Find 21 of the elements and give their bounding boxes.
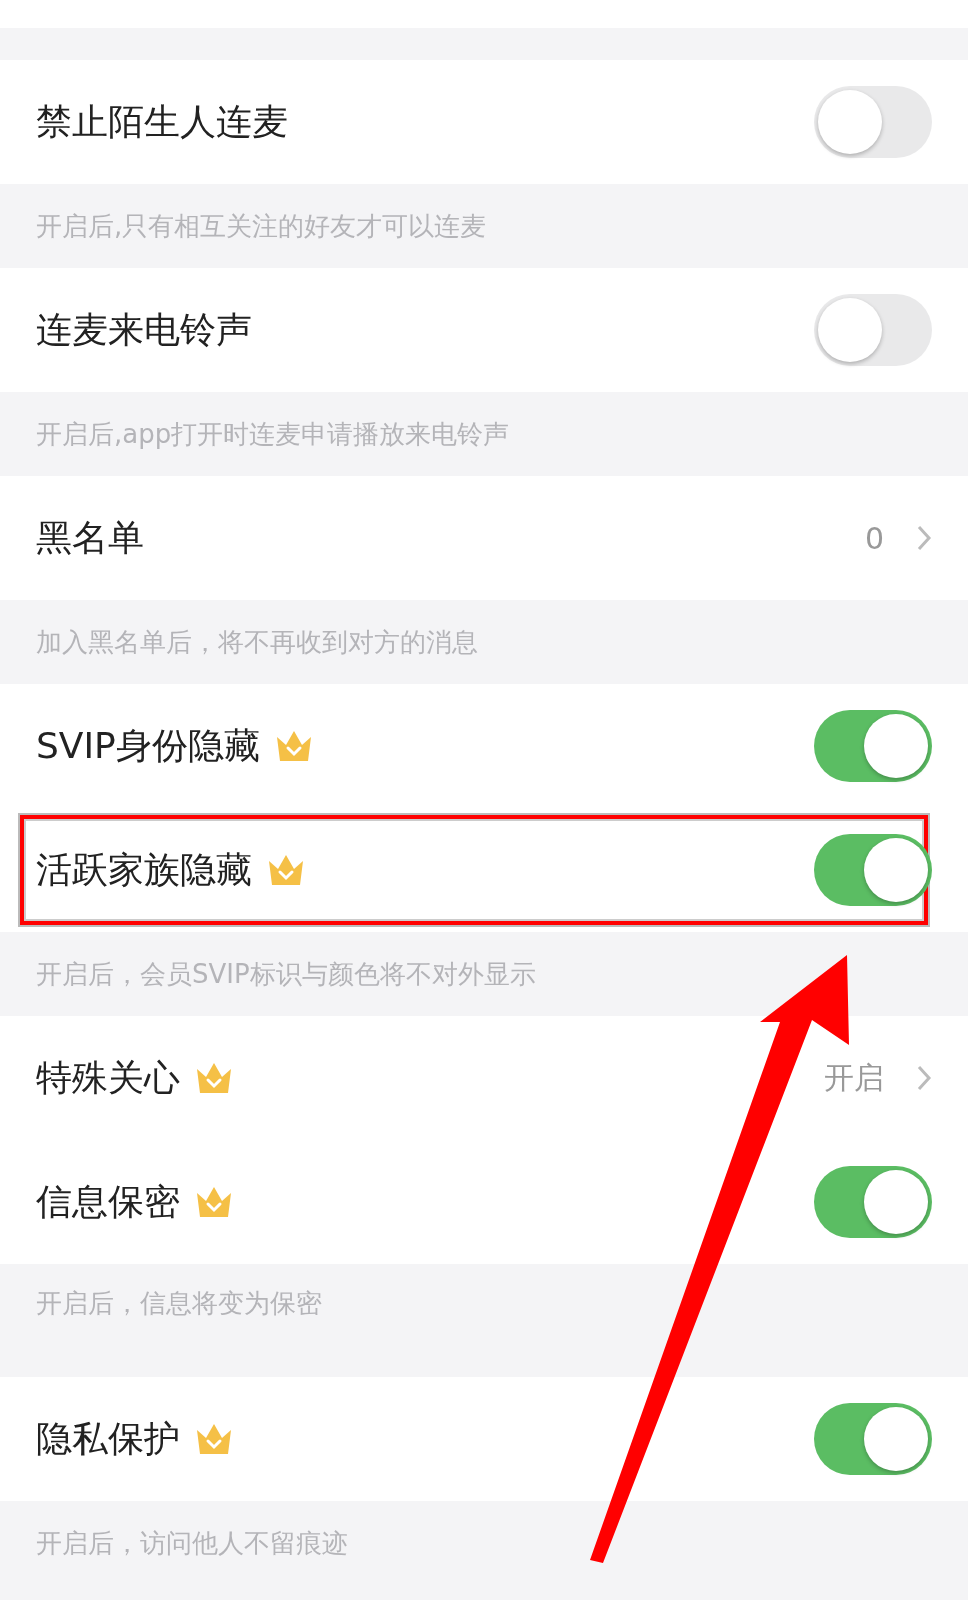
- chevron-right-icon: [916, 524, 932, 552]
- setting-label: 禁止陌生人连麦: [36, 99, 288, 144]
- setting-description: 加入黑名单后，将不再收到对方的消息: [36, 625, 478, 659]
- setting-label: 信息保密: [36, 1179, 180, 1224]
- setting-description: 开启后，信息将变为保密: [36, 1287, 322, 1320]
- chevron-right-icon: [916, 1064, 932, 1092]
- setting-value: 开启: [824, 1058, 884, 1097]
- toggle-switch[interactable]: [814, 834, 932, 906]
- settings-row[interactable]: 黑名单 0: [0, 476, 968, 600]
- setting-description: 开启后,只有相互关注的好友才可以连麦: [36, 209, 487, 243]
- setting-description: 开启后，会员SVIP标识与颜色将不对外显示: [36, 957, 536, 991]
- setting-description: 开启后，访问他人不留痕迹: [36, 1526, 348, 1560]
- setting-label: 黑名单: [36, 515, 144, 560]
- settings-row[interactable]: 特殊关心 开启: [0, 1016, 968, 1140]
- setting-description: 开启后,app打开时连麦申请播放来电铃声: [36, 417, 510, 451]
- setting-label: SVIP身份隐藏: [36, 723, 260, 768]
- setting-value: 0: [864, 520, 884, 556]
- setting-label: 隐私保护: [36, 1416, 180, 1461]
- setting-label: 活跃家族隐藏: [36, 847, 252, 892]
- setting-label: 特殊关心: [36, 1055, 180, 1100]
- setting-label: 连麦来电铃声: [36, 307, 252, 352]
